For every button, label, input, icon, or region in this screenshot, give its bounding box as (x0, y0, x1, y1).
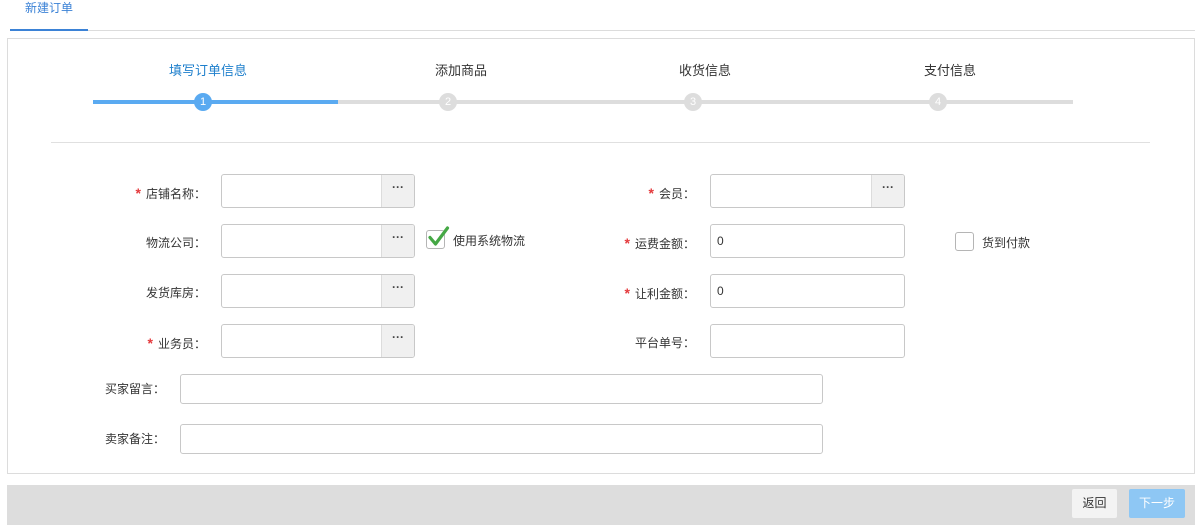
salesperson-label-text: 业务员： (157, 337, 206, 351)
checkmark-icon (428, 225, 450, 246)
warehouse-label-text: 发货库房： (145, 286, 206, 300)
buyer-message-label: 买家留言： (104, 382, 165, 396)
use-system-logistics-option[interactable]: 使用系统物流 (426, 225, 526, 249)
logistics-company-label: *物流公司： (86, 226, 206, 260)
buyer-message-input[interactable] (180, 374, 823, 404)
seller-note-input[interactable] (180, 424, 823, 454)
salesperson-select-button[interactable]: ··· (381, 325, 414, 357)
shop-name-select-button[interactable]: ··· (381, 175, 414, 207)
salesperson-input[interactable] (222, 325, 381, 357)
step-fill-order-info: 填写订单信息 1 (148, 64, 268, 112)
step-add-products: 添加商品 2 (401, 64, 521, 112)
shipping-fee-label: * 运费金额： (575, 226, 695, 260)
step-number-circle: 4 (929, 93, 947, 111)
shop-name-label-text: 店铺名称： (145, 187, 206, 201)
step-number-circle: 1 (194, 93, 212, 111)
steps-divider (51, 142, 1150, 143)
use-system-logistics-checkbox[interactable] (426, 225, 450, 249)
shop-name-label: * 店铺名称： (86, 176, 206, 210)
cash-on-delivery-checkbox[interactable] (955, 231, 974, 251)
required-mark: * (624, 235, 630, 251)
use-system-logistics-label: 使用系统物流 (453, 234, 526, 248)
shipping-fee-input[interactable] (710, 224, 905, 258)
next-step-button[interactable]: 下一步 (1129, 489, 1185, 518)
platform-order-no-label: *平台单号： (575, 326, 695, 360)
shop-name-picker: ··· (221, 174, 415, 208)
logistics-company-select-button[interactable]: ··· (381, 225, 414, 257)
logistics-company-label-text: 物流公司： (145, 236, 206, 250)
logistics-company-picker: ··· (221, 224, 415, 258)
salesperson-label: * 业务员： (86, 326, 206, 360)
step-label: 收货信息 (678, 63, 731, 78)
platform-order-no-label-text: 平台单号： (634, 336, 695, 350)
member-input[interactable] (711, 175, 871, 207)
ellipsis-icon: ··· (392, 280, 404, 294)
cash-on-delivery-option[interactable]: 货到付款 (955, 231, 1030, 251)
member-picker: ··· (710, 174, 905, 208)
platform-order-no-input[interactable] (710, 324, 905, 358)
tab-bar: 新建订单 (10, 0, 1195, 31)
ellipsis-icon: ··· (882, 180, 894, 194)
ellipsis-icon: ··· (392, 230, 404, 244)
member-label: * 会员： (575, 176, 695, 210)
warehouse-picker: ··· (221, 274, 415, 308)
ellipsis-icon: ··· (392, 180, 404, 194)
step-number-circle: 2 (439, 93, 457, 111)
seller-note-label: 卖家备注： (104, 432, 165, 446)
salesperson-picker: ··· (221, 324, 415, 358)
step-shipping-info: 收货信息 3 (645, 64, 765, 112)
logistics-company-input[interactable] (222, 225, 381, 257)
step-number-circle: 3 (684, 93, 702, 111)
discount-amount-input[interactable] (710, 274, 905, 308)
cash-on-delivery-label: 货到付款 (982, 236, 1031, 250)
back-button[interactable]: 返回 (1072, 489, 1117, 518)
tab-new-order[interactable]: 新建订单 (10, 0, 88, 31)
member-label-text: 会员： (658, 187, 695, 201)
ellipsis-icon: ··· (392, 330, 404, 344)
warehouse-label: *发货库房： (86, 276, 206, 310)
shop-name-input[interactable] (222, 175, 381, 207)
step-payment-info: 支付信息 4 (890, 64, 1010, 112)
member-select-button[interactable]: ··· (871, 175, 904, 207)
step-label: 支付信息 (923, 63, 976, 78)
required-mark: * (648, 185, 654, 201)
required-mark: * (147, 335, 153, 351)
required-mark: * (624, 285, 630, 301)
discount-amount-label: * 让利金额： (575, 276, 695, 310)
warehouse-select-button[interactable]: ··· (381, 275, 414, 307)
discount-amount-label-text: 让利金额： (634, 287, 695, 301)
step-label: 添加商品 (434, 63, 487, 78)
shipping-fee-label-text: 运费金额： (634, 237, 695, 251)
warehouse-input[interactable] (222, 275, 381, 307)
step-label: 填写订单信息 (168, 63, 247, 78)
required-mark: * (135, 185, 141, 201)
footer-action-bar: 返回 下一步 (7, 485, 1195, 525)
order-form-panel: 填写订单信息 1 添加商品 2 收货信息 3 支付信息 4 * 店铺名称： ···… (7, 38, 1195, 474)
